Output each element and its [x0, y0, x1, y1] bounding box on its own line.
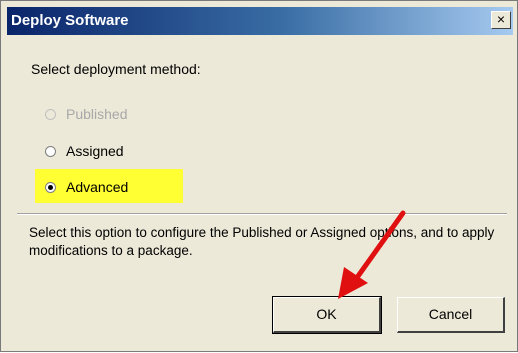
radio-advanced[interactable]: Advanced [45, 176, 128, 198]
radio-label-published: Published [66, 106, 128, 122]
radio-label-advanced: Advanced [66, 179, 129, 195]
deploy-software-dialog: Deploy Software × Select deployment meth… [0, 0, 518, 352]
radio-assigned[interactable]: Assigned [45, 140, 124, 162]
deployment-method-label: Select deployment method: [31, 61, 201, 77]
option-description: Select this option to configure the Publ… [29, 225, 495, 258]
radio-label-assigned: Assigned [66, 143, 124, 159]
window-title: Deploy Software [11, 12, 129, 29]
radio-button-selected-icon[interactable] [45, 181, 56, 193]
radio-published: Published [45, 103, 128, 125]
radio-button-icon [45, 108, 56, 120]
cancel-button[interactable]: Cancel [397, 297, 505, 333]
radio-button-icon[interactable] [45, 145, 56, 157]
separator [17, 213, 507, 215]
ok-button[interactable]: OK [272, 296, 382, 334]
title-bar: Deploy Software × [7, 7, 513, 35]
close-icon[interactable]: × [491, 11, 511, 29]
